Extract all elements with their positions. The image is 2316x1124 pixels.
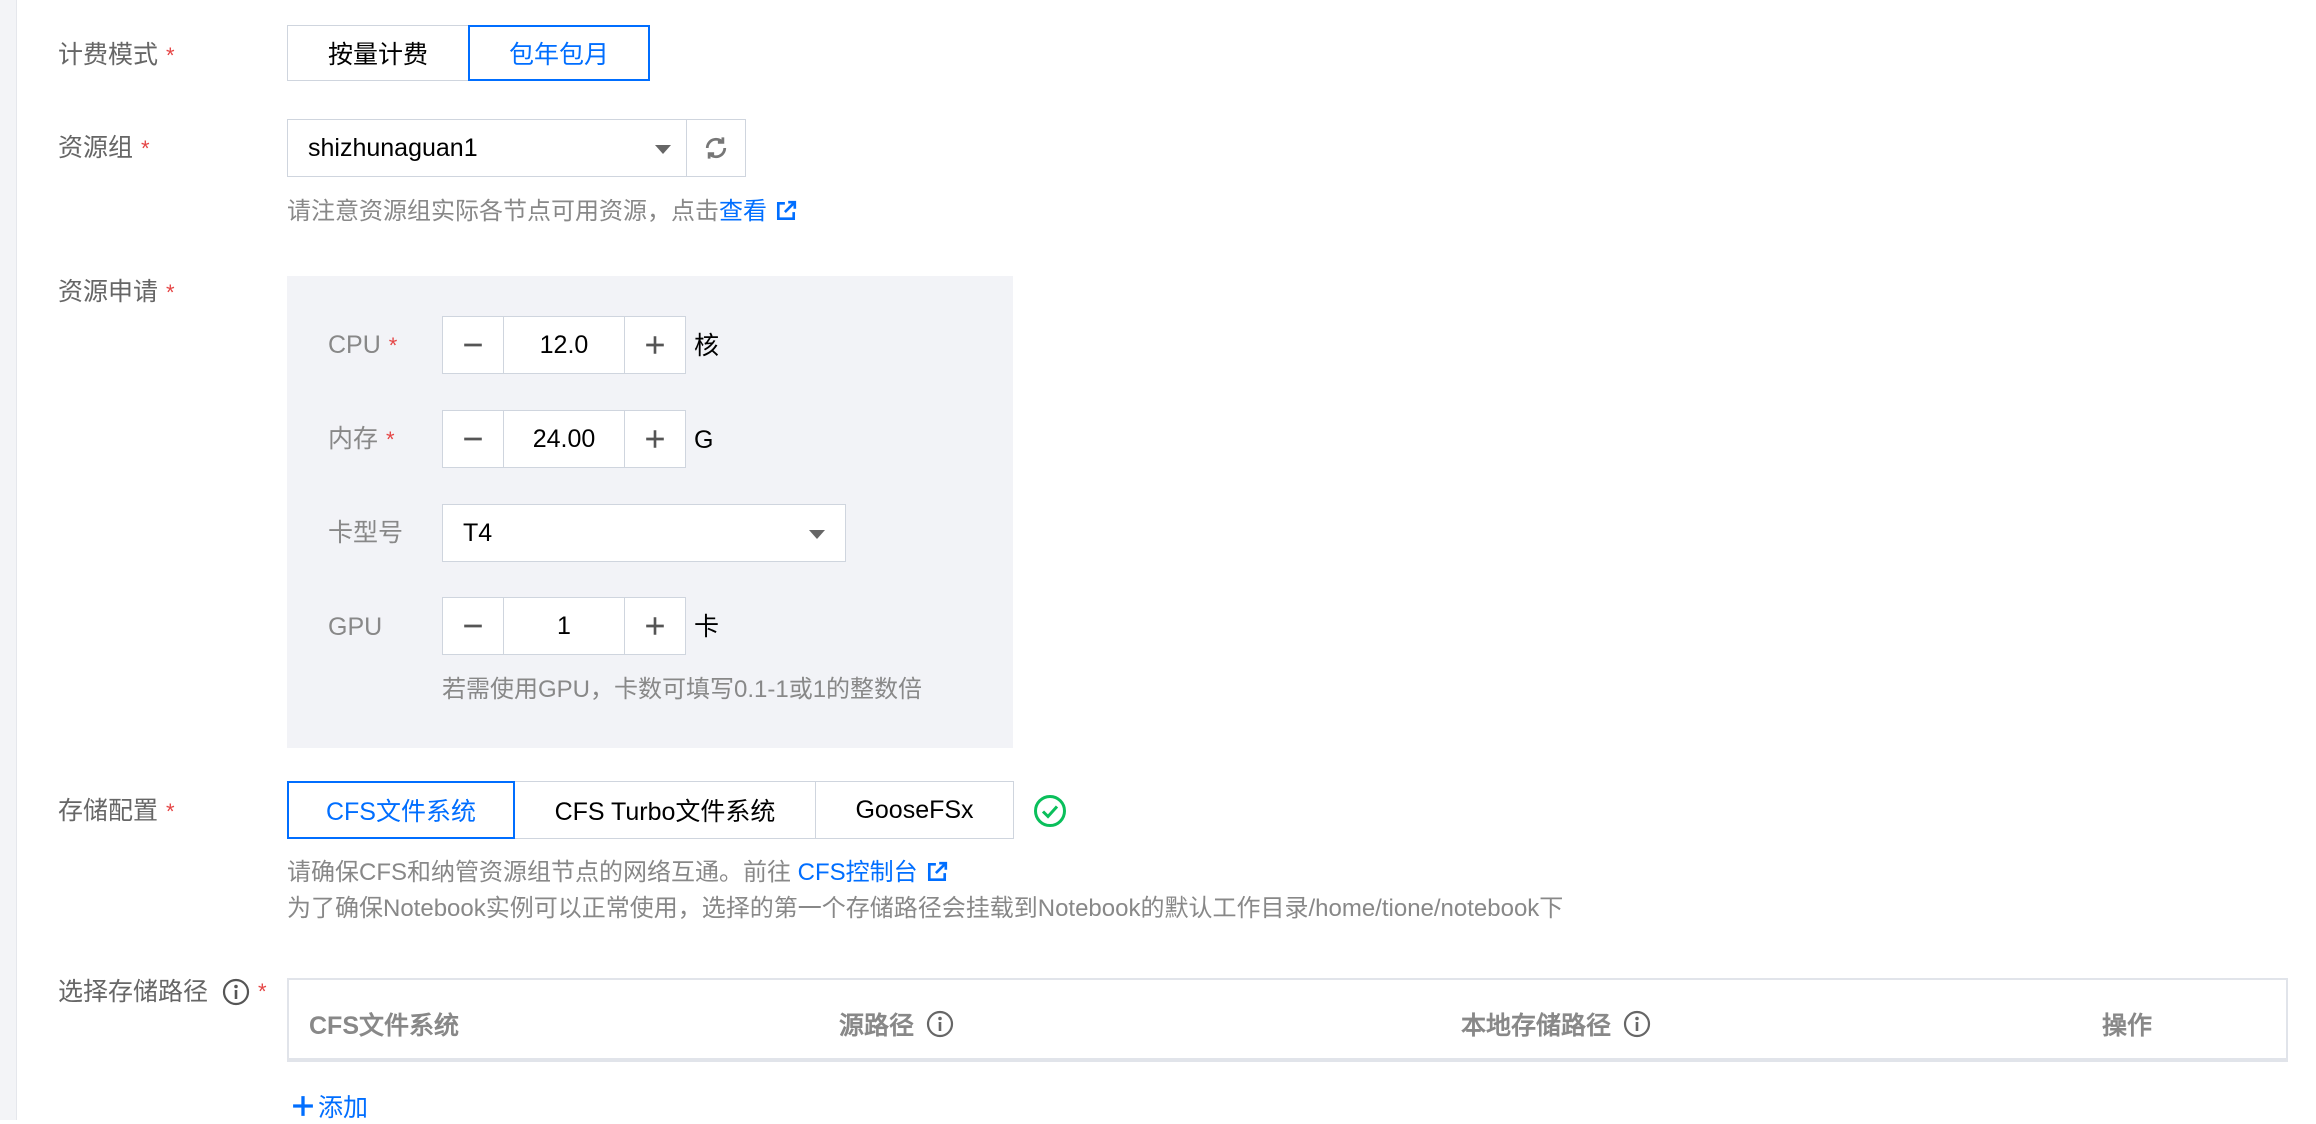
info-icon[interactable] [1623,1010,1651,1038]
gpu-decrement-button[interactable] [442,597,504,655]
column-header-cfs: CFS文件系统 [309,1012,460,1040]
storage-hint-network: 请确保CFS和纳管资源组节点的网络互通。前往 CFS控制台 [287,858,948,888]
refresh-button[interactable] [686,119,746,177]
required-mark: * [258,979,267,1004]
add-storage-path-link[interactable]: 添加 [292,1088,368,1124]
resource-group-label: 资源组 * [58,134,150,162]
cpu-stepper: 12.0 [442,316,686,374]
resource-group-select[interactable]: shizhunaguan1 [287,119,692,177]
cfs-console-link[interactable]: CFS控制台 [798,859,948,886]
storage-type-toggle: CFS文件系统 CFS Turbo文件系统 GooseFSx [287,781,1014,839]
storage-option-cfs[interactable]: CFS文件系统 [287,781,515,839]
resource-group-hint: 请注意资源组实际各节点可用资源，点击查看 [287,197,797,227]
gpu-increment-button[interactable] [624,597,686,655]
required-mark: * [166,280,175,305]
gpu-unit: 卡 [694,613,720,641]
memory-value-input[interactable]: 24.00 [504,410,624,468]
plus-icon [646,336,664,354]
external-link-icon [927,861,947,882]
cpu-label: CPU * [328,331,398,359]
plus-icon [646,430,664,448]
memory-increment-button[interactable] [624,410,686,468]
memory-decrement-button[interactable] [442,410,504,468]
storage-path-label: 选择存储路径 * [58,978,267,1006]
gpu-stepper: 1 [442,597,686,655]
column-header-local-path: 本地存储路径 [1461,1006,1651,1042]
storage-hint-mount: 为了确保Notebook实例可以正常使用，选择的第一个存储路径会挂载到Noteb… [287,895,1564,922]
billing-mode-toggle: 按量计费 包年包月 [287,25,650,81]
cpu-value-input[interactable]: 12.0 [504,316,624,374]
memory-label: 内存 * [328,425,395,453]
memory-stepper: 24.00 [442,410,686,468]
minus-icon [464,624,482,628]
cpu-increment-button[interactable] [624,316,686,374]
external-link-icon [776,200,797,221]
cpu-unit: 核 [694,332,720,360]
required-mark: * [388,333,398,358]
caret-down-icon [655,145,671,154]
resource-group-value: shizhunaguan1 [308,133,478,162]
minus-icon [464,437,482,441]
view-link[interactable]: 查看 [719,198,797,225]
refresh-icon [705,137,727,159]
card-type-select[interactable]: T4 [442,504,846,562]
info-icon[interactable] [926,1010,954,1038]
column-header-actions: 操作 [2102,1012,2153,1040]
add-icon [293,1096,313,1116]
billing-option-pay-as-you-go[interactable]: 按量计费 [287,25,469,81]
storage-option-goosefsx[interactable]: GooseFSx [815,781,1014,839]
cpu-decrement-button[interactable] [442,316,504,374]
left-edge-divider [0,0,17,1120]
gpu-value-input[interactable]: 1 [504,597,624,655]
minus-icon [464,343,482,347]
info-icon[interactable] [222,978,250,1006]
plus-icon [646,617,664,635]
column-header-source-path: 源路径 [839,1006,954,1042]
required-mark: * [166,43,175,68]
storage-option-cfs-turbo[interactable]: CFS Turbo文件系统 [514,781,816,839]
card-type-label: 卡型号 [328,519,404,547]
required-mark: * [141,136,150,161]
caret-down-icon [809,530,825,539]
check-circle-icon [1034,795,1066,827]
required-mark: * [386,427,395,452]
billing-mode-label: 计费模式 * [58,41,175,69]
storage-config-label: 存储配置 * [58,797,175,825]
page: 计费模式 * 按量计费 包年包月 资源组 * shizhunaguan1 请注意资源… [0,0,2316,1122]
memory-unit: G [694,426,714,454]
resource-request-label: 资源申请 * [58,278,175,306]
storage-path-table: CFS文件系统 源路径 本地存储路径 操作 [287,978,2288,1062]
gpu-label: GPU [328,613,383,641]
gpu-hint: 若需使用GPU，卡数可填写0.1-1或1的整数倍 [442,676,923,703]
required-mark: * [166,799,175,824]
card-type-value: T4 [463,518,493,547]
billing-option-monthly[interactable]: 包年包月 [468,25,650,81]
